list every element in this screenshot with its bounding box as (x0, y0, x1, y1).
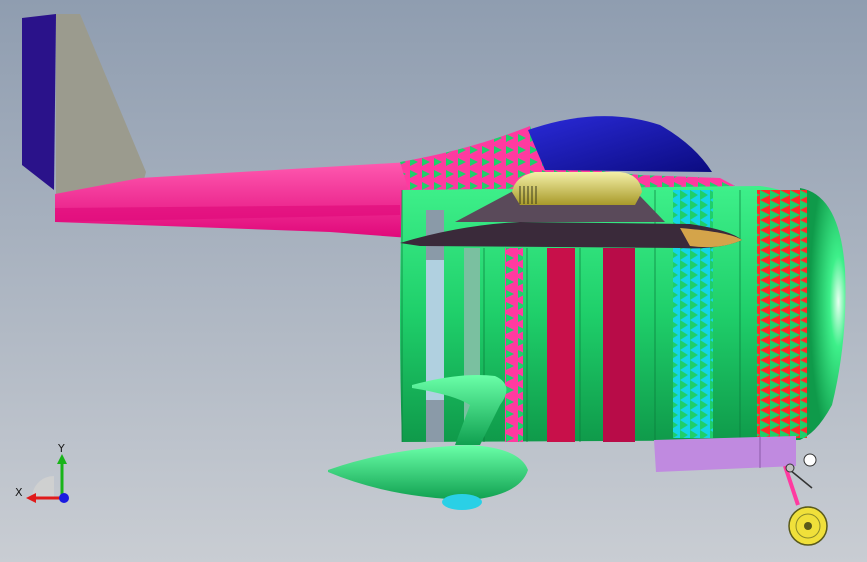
x-axis-arrow (26, 493, 36, 503)
stripe-crimson (547, 248, 575, 442)
tail-fin-side (22, 14, 56, 190)
triad-x-label: X (15, 486, 23, 499)
stripe-crimson-2 (603, 248, 635, 442)
stripe-red (757, 190, 807, 438)
z-axis-dot (59, 493, 69, 503)
float-wheel (442, 494, 482, 510)
y-axis-arrow (57, 454, 67, 464)
aircraft-model[interactable] (0, 0, 867, 562)
cad-viewport[interactable]: Y X (0, 0, 867, 562)
coordinate-triad (26, 454, 69, 503)
belly-pod (654, 436, 796, 472)
triad-y-label: Y (58, 442, 65, 455)
stripe-pink-pattern (505, 248, 523, 442)
